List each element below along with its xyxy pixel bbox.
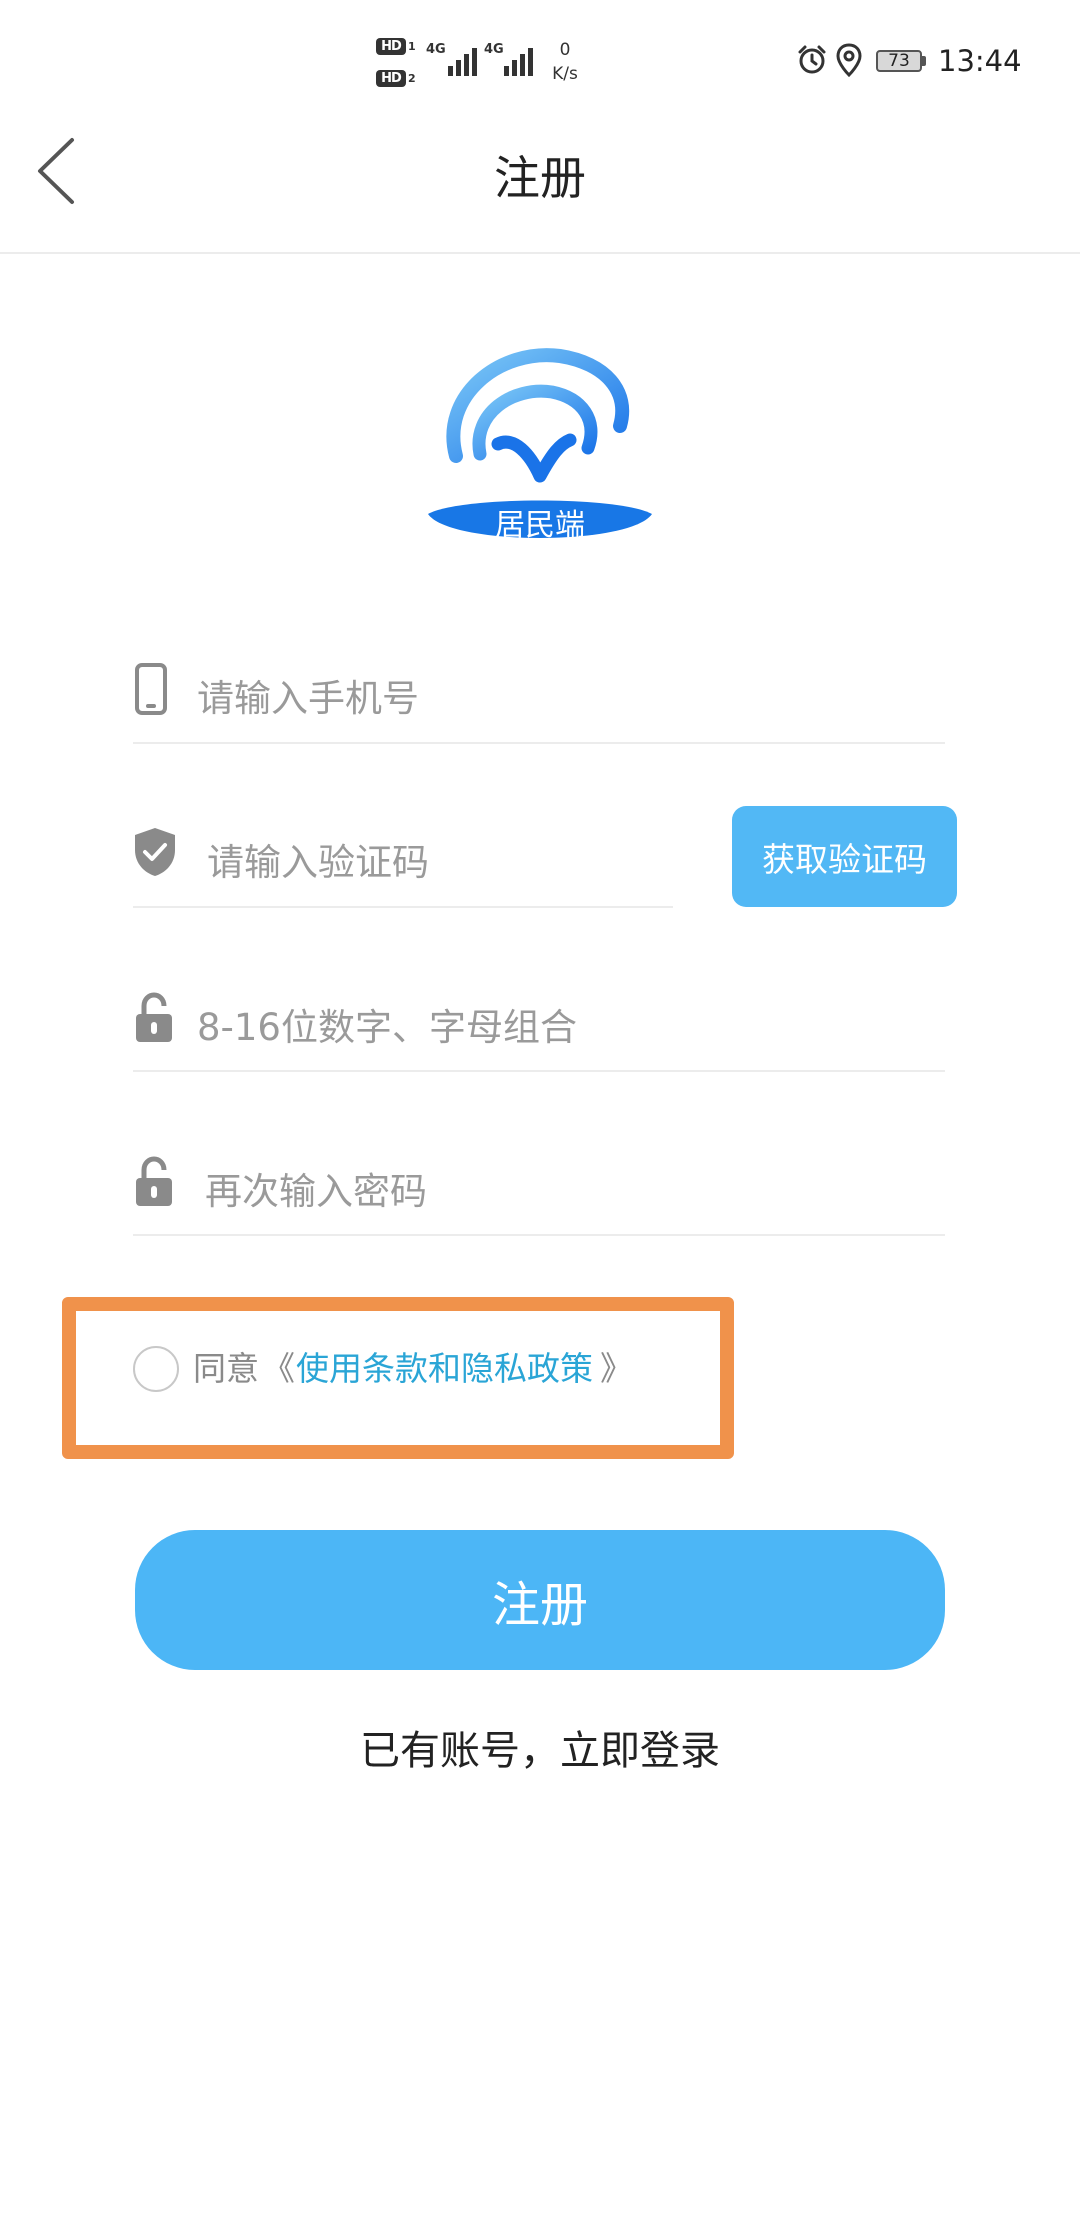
net-speed-unit: K/s: [552, 64, 578, 84]
terms-privacy-link[interactable]: 使用条款和隐私政策: [296, 1346, 593, 1392]
phone-icon: [135, 663, 167, 715]
code-underline: [133, 906, 673, 908]
login-link[interactable]: 已有账号，立即登录: [0, 1718, 1080, 1776]
hd-badge-sim2: HD: [376, 70, 406, 87]
shield-check-icon: [135, 828, 175, 876]
header-divider: [0, 252, 1080, 254]
password-underline: [133, 1070, 945, 1072]
app-logo: 居民端: [420, 336, 660, 566]
battery-icon: 73: [876, 50, 922, 72]
code-input[interactable]: 请输入验证码: [207, 832, 429, 886]
page-title: 注册: [494, 151, 586, 205]
sim1-number: 1: [408, 40, 416, 53]
battery-tip: [922, 56, 926, 66]
phone-input[interactable]: 请输入手机号: [197, 668, 419, 722]
confirm-password-underline: [133, 1234, 945, 1236]
phone-underline: [133, 742, 945, 744]
confirm-password-input[interactable]: 再次输入密码: [205, 1161, 427, 1215]
hd-badge-sim1: HD: [376, 38, 406, 55]
sim2-number: 2: [408, 72, 416, 85]
agree-close-bracket: 》: [600, 1349, 633, 1388]
alarm-icon: [798, 45, 826, 74]
location-icon: [836, 43, 862, 77]
get-code-button[interactable]: 获取验证码: [732, 806, 957, 907]
lock-icon: [136, 1156, 172, 1206]
agree-checkbox[interactable]: [133, 1346, 179, 1392]
agree-prefix: 同意: [193, 1349, 259, 1388]
network-type-1: 4G: [426, 42, 446, 57]
net-speed-value: 0: [559, 40, 571, 60]
status-bar: HD 1 HD 2 4G 4G 0 K/s 73 13:44: [0, 0, 1080, 130]
agree-open-bracket: 《: [262, 1349, 295, 1388]
register-button[interactable]: 注册: [135, 1530, 945, 1670]
lock-icon: [136, 992, 172, 1042]
network-type-2: 4G: [484, 42, 504, 57]
password-input[interactable]: 8-16位数字、字母组合: [197, 997, 577, 1051]
logo-badge-text: 居民端: [495, 508, 585, 543]
status-time: 13:44: [938, 44, 1022, 78]
